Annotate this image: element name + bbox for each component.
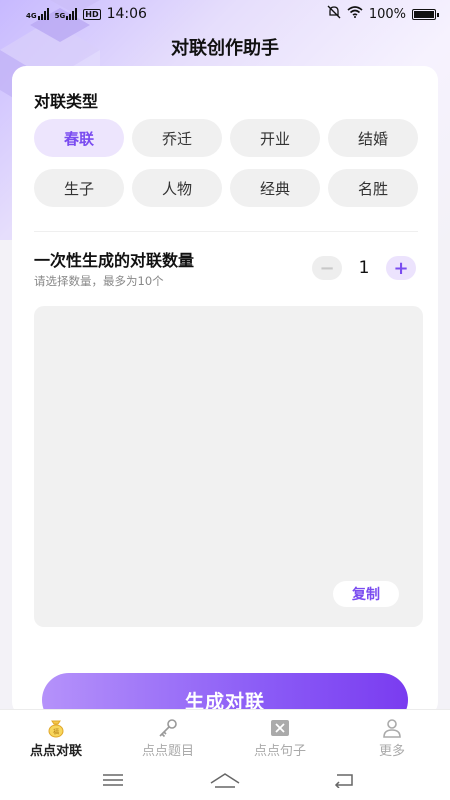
chip-chunlian[interactable]: 春联 — [34, 119, 124, 157]
quantity-title: 一次性生成的对联数量 — [34, 251, 195, 270]
nav-label-topic: 点点题目 — [141, 744, 194, 759]
status-bar: 4G 5G HD 14:06 100% — [0, 0, 450, 28]
nav-item-topic[interactable]: 点点题目 — [112, 718, 224, 766]
menu-icon[interactable] — [93, 768, 133, 792]
home-icon[interactable] — [205, 768, 245, 792]
increment-button[interactable]: + — [386, 256, 416, 280]
page-title: 对联创作助手 — [171, 38, 279, 59]
nav-label-more: 更多 — [378, 744, 405, 759]
bag-icon: 福 — [45, 718, 67, 738]
couplet-type-title: 对联类型 — [34, 92, 99, 111]
main-card: 对联类型 春联 乔迁 开业 结婚 生子 人物 经典 名胜 一次性生成的对联数量 … — [12, 66, 438, 716]
network-type-label-2: 5G — [54, 12, 66, 20]
chip-kaiye[interactable]: 开业 — [230, 119, 320, 157]
chip-shengzi[interactable]: 生子 — [34, 169, 124, 207]
nav-item-sentence[interactable]: 点点句子 — [224, 718, 336, 766]
quantity-hint: 请选择数量，最多为10个 — [34, 274, 164, 288]
divider — [34, 231, 418, 232]
nav-item-couplet[interactable]: 福 点点对联 — [0, 718, 112, 766]
nav-item-more[interactable]: 更多 — [336, 718, 448, 766]
network-type-label: 4G — [26, 12, 37, 20]
result-output-area[interactable]: 复制 — [34, 306, 423, 627]
battery-level: 100% — [368, 6, 406, 22]
wifi-icon — [347, 6, 363, 22]
signal-icon: 4G — [26, 8, 49, 20]
system-navigation-bar — [0, 766, 450, 794]
nav-label-couplet: 点点对联 — [29, 744, 82, 759]
person-icon — [381, 718, 403, 738]
mute-icon — [327, 5, 341, 23]
clock: 14:06 — [106, 6, 147, 22]
back-icon[interactable] — [324, 768, 364, 792]
chip-renwu[interactable]: 人物 — [132, 169, 222, 207]
key-icon — [157, 718, 179, 738]
x-box-icon — [269, 718, 291, 738]
svg-text:福: 福 — [53, 728, 59, 736]
quantity-value: 1 — [358, 258, 370, 278]
chip-mingsheng[interactable]: 名胜 — [328, 169, 418, 207]
copy-button[interactable]: 复制 — [333, 581, 399, 607]
battery-icon — [412, 8, 439, 20]
signal-icon-2: 5G — [55, 8, 78, 20]
decrement-button[interactable]: − — [312, 256, 342, 280]
chip-jingdian[interactable]: 经典 — [230, 169, 320, 207]
chip-jiehun[interactable]: 结婚 — [328, 119, 418, 157]
nav-label-sentence: 点点句子 — [253, 744, 306, 759]
hd-badge: HD — [83, 8, 101, 20]
chip-qiaoqian[interactable]: 乔迁 — [132, 119, 222, 157]
